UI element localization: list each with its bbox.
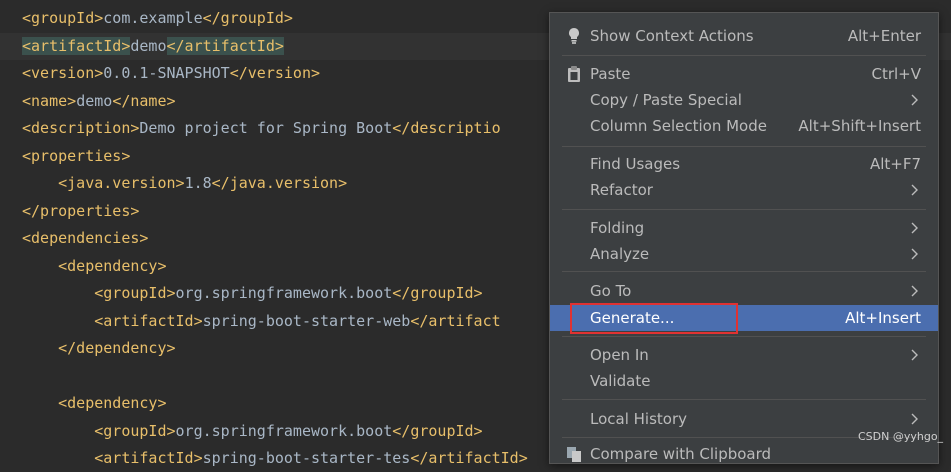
xml-tag: </artifactId> bbox=[410, 449, 528, 467]
xml-tag: <artifactId> bbox=[94, 311, 203, 330]
xml-tag: <groupId> bbox=[22, 9, 104, 27]
xml-tag: </artifactId> bbox=[166, 36, 284, 55]
menu-item-shortcut: Alt+F7 bbox=[869, 155, 921, 173]
xml-tag: </version> bbox=[229, 64, 321, 82]
menu-separator bbox=[562, 209, 926, 210]
xml-text: org.springframework.boot bbox=[175, 284, 393, 302]
menu-item-shortcut: Alt+Shift+Insert bbox=[798, 117, 921, 135]
menu-item-label: Compare with Clipboard bbox=[590, 445, 772, 463]
menu-item-analyze[interactable]: Analyze bbox=[550, 241, 938, 267]
menu-item-label: Analyze bbox=[590, 245, 650, 263]
lightbulb-icon bbox=[569, 28, 579, 44]
xml-tag: <version> bbox=[22, 64, 104, 82]
xml-text: 0.0.1-SNAPSHOT bbox=[103, 64, 230, 82]
chevron-right-icon bbox=[911, 349, 918, 361]
xml-tag: <description> bbox=[22, 119, 140, 137]
menu-item-label: Open In bbox=[590, 346, 649, 364]
xml-text: spring-boot-starter-web bbox=[202, 311, 411, 330]
menu-item-go-to[interactable]: Go To bbox=[550, 278, 938, 304]
menu-item-generate[interactable]: Generate... Alt+Insert bbox=[550, 305, 938, 331]
xml-tag: <groupId> bbox=[94, 421, 176, 440]
menu-separator bbox=[562, 271, 926, 272]
menu-item-paste[interactable]: Paste Ctrl+V bbox=[550, 61, 938, 87]
menu-item-label: Local History bbox=[590, 410, 688, 428]
xml-text: demo bbox=[130, 36, 167, 55]
xml-tag: </descriptio bbox=[392, 119, 501, 137]
xml-tag: </artifact bbox=[410, 311, 501, 330]
menu-separator bbox=[562, 336, 926, 337]
menu-item-label: Folding bbox=[590, 219, 645, 237]
compare-icon bbox=[567, 447, 581, 462]
xml-text: com.example bbox=[103, 9, 203, 27]
menu-separator bbox=[562, 55, 926, 56]
xml-tag: <dependency> bbox=[58, 394, 167, 412]
menu-item-label: Column Selection Mode bbox=[590, 117, 767, 135]
xml-tag: <dependency> bbox=[58, 256, 167, 275]
chevron-right-icon bbox=[911, 94, 918, 106]
clipboard-icon bbox=[568, 66, 580, 82]
menu-item-label: Show Context Actions bbox=[590, 27, 754, 45]
xml-tag: <groupId> bbox=[94, 284, 176, 302]
xml-text: Demo project for Spring Boot bbox=[139, 119, 393, 137]
xml-tag: </groupId> bbox=[202, 9, 293, 27]
menu-item-copy-paste-special[interactable]: Copy / Paste Special bbox=[550, 87, 938, 113]
watermark: CSDN @yyhgo_ bbox=[858, 430, 944, 443]
menu-item-shortcut: Alt+Enter bbox=[847, 27, 921, 45]
chevron-right-icon bbox=[911, 248, 918, 260]
menu-item-label: Refactor bbox=[590, 181, 653, 199]
xml-tag: </dependency> bbox=[58, 339, 176, 357]
xml-tag: <properties> bbox=[22, 146, 131, 165]
xml-tag: </groupId> bbox=[392, 421, 483, 440]
menu-item-refactor[interactable]: Refactor bbox=[550, 177, 938, 203]
xml-tag: </groupId> bbox=[392, 284, 483, 302]
xml-text: demo bbox=[76, 91, 113, 110]
xml-text: 1.8 bbox=[184, 174, 212, 192]
menu-item-label: Paste bbox=[590, 65, 631, 83]
menu-item-label: Generate... bbox=[590, 309, 675, 327]
menu-separator bbox=[562, 399, 926, 400]
xml-tag: <artifactId> bbox=[94, 449, 203, 467]
menu-item-label: Go To bbox=[590, 282, 632, 300]
chevron-right-icon bbox=[911, 413, 918, 425]
chevron-right-icon bbox=[911, 285, 918, 297]
chevron-right-icon bbox=[911, 222, 918, 234]
xml-tag: <artifactId> bbox=[22, 36, 131, 55]
menu-item-open-in[interactable]: Open In bbox=[550, 342, 938, 368]
context-menu: Show Context Actions Alt+Enter Paste Ctr… bbox=[549, 12, 939, 464]
xml-text: org.springframework.boot bbox=[175, 421, 393, 440]
menu-item-label: Find Usages bbox=[590, 155, 681, 173]
chevron-right-icon bbox=[911, 184, 918, 196]
menu-item-shortcut: Alt+Insert bbox=[845, 309, 921, 327]
menu-item-shortcut: Ctrl+V bbox=[871, 65, 921, 83]
menu-item-compare-with-clipboard[interactable]: Compare with Clipboard bbox=[550, 441, 938, 467]
xml-tag: </java.version> bbox=[211, 174, 348, 192]
xml-tag: </name> bbox=[112, 91, 176, 110]
xml-text: spring-boot-starter-tes bbox=[202, 449, 411, 467]
xml-tag: <java.version> bbox=[58, 174, 185, 192]
menu-item-column-selection-mode[interactable]: Column Selection Mode Alt+Shift+Insert bbox=[550, 113, 938, 139]
xml-tag: <dependencies> bbox=[22, 229, 149, 247]
menu-item-show-context-actions[interactable]: Show Context Actions Alt+Enter bbox=[550, 23, 938, 49]
menu-item-folding[interactable]: Folding bbox=[550, 215, 938, 241]
menu-item-validate[interactable]: Validate bbox=[550, 368, 938, 394]
xml-tag: <name> bbox=[22, 91, 77, 110]
menu-item-local-history[interactable]: Local History bbox=[550, 406, 938, 432]
menu-item-label: Copy / Paste Special bbox=[590, 91, 742, 109]
menu-item-label: Validate bbox=[590, 372, 651, 390]
menu-separator bbox=[562, 146, 926, 147]
xml-tag: </properties> bbox=[22, 201, 140, 220]
menu-item-find-usages[interactable]: Find Usages Alt+F7 bbox=[550, 151, 938, 177]
